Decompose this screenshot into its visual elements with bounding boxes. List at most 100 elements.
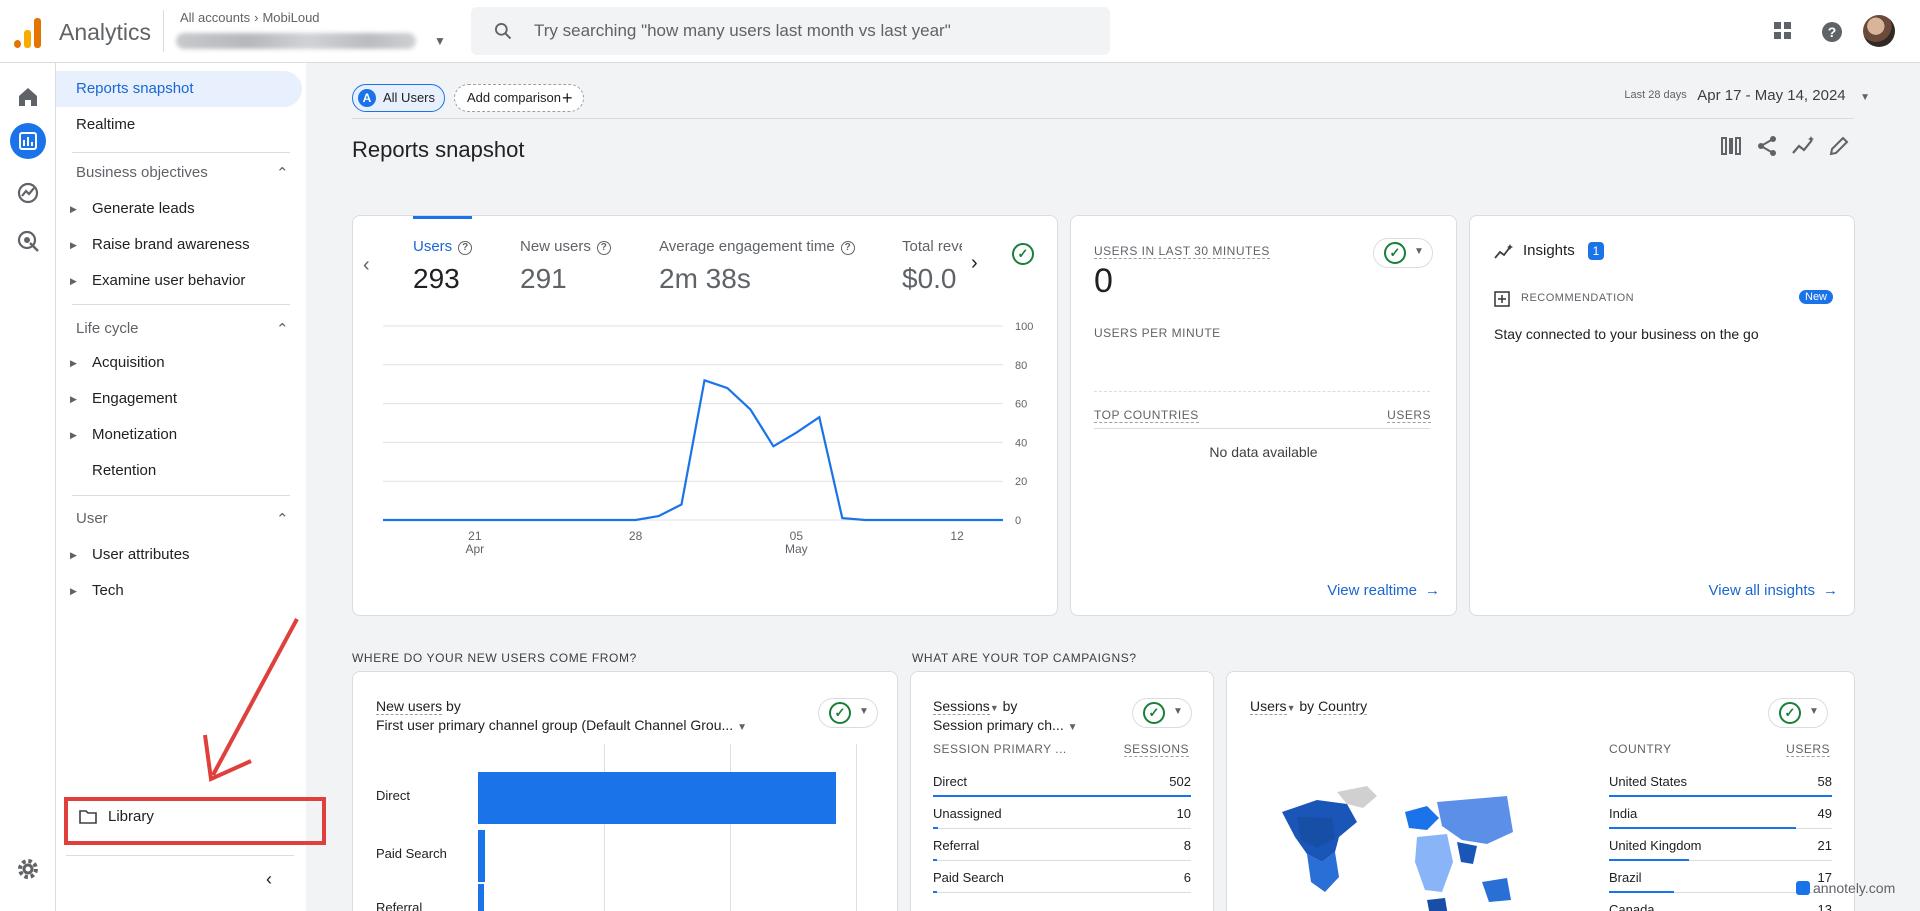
expand-triangle-icon: ▶ bbox=[70, 240, 77, 250]
col-session-primary: SESSION PRIMARY ... bbox=[933, 742, 1067, 756]
table-row[interactable]: Canada 13 bbox=[1609, 902, 1832, 911]
table-row[interactable]: United States 58 bbox=[1609, 774, 1832, 789]
annotely-watermark: annotely.com bbox=[1796, 880, 1895, 896]
insights-card: Insights 1 RECOMMENDATION New Stay conne… bbox=[1469, 215, 1855, 616]
realtime-value: 0 bbox=[1094, 262, 1113, 300]
breadcrumb-account[interactable]: MobiLoud bbox=[262, 10, 319, 25]
chevron-right-icon: › bbox=[254, 10, 259, 25]
campaigns-card-title[interactable]: Sessions▼ by bbox=[933, 698, 1017, 715]
nav-item-acquisition[interactable]: ▶ Acquisition bbox=[56, 345, 302, 381]
row-value: 21 bbox=[1817, 838, 1832, 853]
edit-pencil-icon[interactable] bbox=[1828, 135, 1850, 157]
breadcrumb-root[interactable]: All accounts bbox=[180, 10, 250, 25]
nav-section-life-cycle[interactable]: Life cycle ⌃ bbox=[76, 320, 289, 338]
nav-item-realtime[interactable]: Realtime bbox=[56, 107, 302, 143]
caret-down-icon: ▼ bbox=[1173, 706, 1183, 717]
search-icon bbox=[495, 23, 512, 40]
nav-item-user-attributes[interactable]: ▶ User attributes bbox=[56, 537, 302, 573]
new-badge: New bbox=[1799, 290, 1834, 304]
share-icon[interactable] bbox=[1756, 135, 1778, 157]
table-row[interactable]: Paid Search 6 bbox=[933, 870, 1191, 885]
nav-item-examine-user-behavior[interactable]: ▶ Examine user behavior bbox=[56, 263, 302, 299]
search-placeholder: Try searching "how many users last month… bbox=[534, 21, 951, 40]
x-tick-label: 21 bbox=[468, 529, 482, 543]
table-row[interactable]: India 49 bbox=[1609, 806, 1832, 821]
nav-item-retention[interactable]: Retention bbox=[56, 453, 302, 489]
chevron-up-icon: ⌃ bbox=[276, 165, 289, 182]
recommendation-icon bbox=[1494, 291, 1510, 307]
property-selector[interactable]: ▼ bbox=[176, 30, 446, 52]
expand-triangle-icon: ▶ bbox=[70, 276, 77, 286]
row-divider bbox=[933, 828, 1191, 829]
explore-icon[interactable] bbox=[14, 179, 42, 207]
all-users-chip[interactable]: A All Users bbox=[352, 84, 445, 112]
row-value: 10 bbox=[1176, 806, 1191, 821]
x-tick-label: 05 bbox=[790, 529, 804, 543]
analytics-logo-icon[interactable] bbox=[14, 16, 42, 48]
channel-bar[interactable] bbox=[478, 830, 486, 882]
nav-section-user[interactable]: User ⌃ bbox=[76, 510, 289, 528]
nav-section-business-objectives[interactable]: Business objectives ⌃ bbox=[76, 164, 289, 182]
channel-label: Paid Search bbox=[376, 846, 447, 861]
breadcrumb[interactable]: All accounts › MobiLoud bbox=[180, 10, 320, 25]
row-value: 49 bbox=[1817, 806, 1832, 821]
campaigns-card: Sessions▼ by Session primary ch... ▼ ✓ ▼ … bbox=[910, 671, 1214, 911]
table-row[interactable]: Direct 502 bbox=[933, 774, 1191, 789]
add-comparison-button[interactable]: Add comparison + bbox=[454, 84, 584, 112]
table-row[interactable]: Referral 8 bbox=[933, 838, 1191, 853]
row-share-bar bbox=[933, 795, 1191, 797]
dimension-selector[interactable]: First user primary channel group (Defaul… bbox=[376, 717, 747, 733]
customize-report-icon[interactable] bbox=[1720, 135, 1742, 157]
y-tick-label: 0 bbox=[1015, 515, 1021, 527]
apps-grid-icon[interactable] bbox=[1772, 20, 1794, 42]
campaigns-status-pill[interactable]: ✓ ▼ bbox=[1132, 698, 1192, 728]
account-avatar[interactable] bbox=[1863, 15, 1895, 47]
expand-triangle-icon: ▶ bbox=[70, 586, 77, 596]
row-label: Brazil bbox=[1609, 870, 1642, 885]
nav-item-tech[interactable]: ▶ Tech bbox=[56, 573, 302, 609]
left-rail bbox=[0, 63, 56, 911]
campaigns-dimension-selector[interactable]: Session primary ch... ▼ bbox=[933, 717, 1078, 733]
advertising-icon[interactable] bbox=[14, 227, 42, 255]
reports-icon[interactable] bbox=[10, 123, 46, 159]
nav-item-engagement[interactable]: ▶ Engagement bbox=[56, 381, 302, 417]
channel-bar[interactable] bbox=[478, 884, 484, 911]
caret-down-icon: ▼ bbox=[989, 703, 999, 713]
insights-title: Insights bbox=[1523, 242, 1575, 259]
new-users-status-pill[interactable]: ✓ ▼ bbox=[818, 698, 878, 728]
toolbar-divider bbox=[352, 118, 1854, 119]
table-row[interactable]: Unassigned 10 bbox=[933, 806, 1191, 821]
realtime-status-pill[interactable]: ✓ ▼ bbox=[1373, 238, 1433, 268]
search-bar[interactable]: Try searching "how many users last month… bbox=[471, 7, 1110, 55]
recommendation-text[interactable]: Stay connected to your business on the g… bbox=[1494, 326, 1759, 342]
y-tick-label: 20 bbox=[1015, 476, 1027, 488]
country-status-pill[interactable]: ✓ ▼ bbox=[1768, 698, 1828, 728]
realtime-card: USERS IN LAST 30 MINUTES ✓ ▼ 0 USERS PER … bbox=[1070, 215, 1457, 616]
nav-item-raise-brand-awareness[interactable]: ▶ Raise brand awareness bbox=[56, 227, 302, 263]
help-icon[interactable]: ? bbox=[1820, 20, 1844, 44]
insights-sparkle-icon[interactable] bbox=[1792, 135, 1816, 157]
caret-down-icon: ▼ bbox=[1414, 246, 1424, 257]
home-icon[interactable] bbox=[14, 83, 42, 111]
collapse-nav-chevron-icon[interactable]: ‹ bbox=[266, 869, 272, 890]
main-content: A All Users Add comparison + Last 28 day… bbox=[306, 63, 1920, 911]
nav-item-monetization[interactable]: ▶ Monetization bbox=[56, 417, 302, 453]
row-value: 8 bbox=[1183, 838, 1191, 853]
col-users: USERS bbox=[1387, 408, 1431, 423]
nav-item-generate-leads[interactable]: ▶ Generate leads bbox=[56, 191, 302, 227]
date-range-picker[interactable]: Last 28 days Apr 17 - May 14, 2024 ▼ bbox=[1624, 87, 1870, 105]
row-share-bar bbox=[933, 891, 937, 893]
nav-divider bbox=[66, 855, 294, 856]
row-share-bar bbox=[1609, 859, 1690, 861]
country-card-title[interactable]: Users▼ by Country bbox=[1250, 698, 1368, 715]
grid-line bbox=[604, 744, 605, 911]
row-share-bar bbox=[1609, 827, 1797, 829]
view-all-insights-link[interactable]: View all insights → bbox=[1709, 582, 1838, 600]
channel-bar[interactable] bbox=[478, 772, 836, 824]
nav-item-reports-snapshot[interactable]: Reports snapshot bbox=[56, 71, 302, 107]
caret-down-icon: ▼ bbox=[434, 34, 446, 48]
admin-gear-icon[interactable] bbox=[14, 855, 42, 883]
table-row[interactable]: United Kingdom 21 bbox=[1609, 838, 1832, 853]
view-realtime-link[interactable]: View realtime → bbox=[1327, 582, 1440, 600]
new-users-card-title[interactable]: New users by bbox=[376, 698, 461, 715]
